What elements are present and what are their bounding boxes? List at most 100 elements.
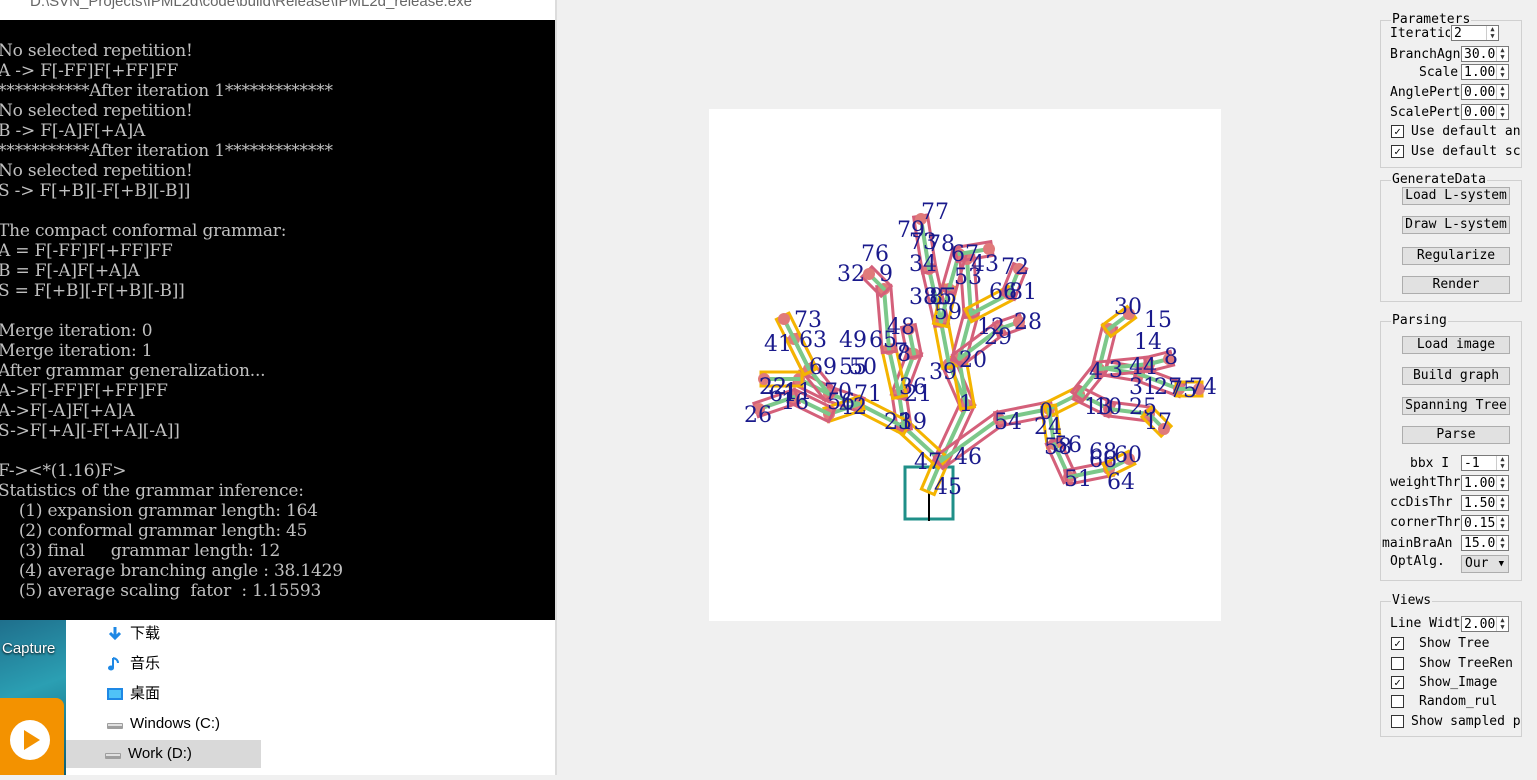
spin-arrows-icon[interactable]: ▲ ▼ [1496,536,1508,550]
drive-icon [104,746,122,762]
bbx-value: -1 [1464,456,1480,471]
explorer-item[interactable]: Windows (C:) [106,710,220,738]
random-rul-label: Random_rul [1419,694,1498,709]
console-line: No selected repetition! [0,101,193,121]
generate-data-title: GenerateData [1391,172,1487,187]
spin-arrows-icon[interactable]: ▲ ▼ [1496,456,1508,470]
weight-thr-label: weightThr [1390,475,1461,490]
iteration-spinbox[interactable]: 2 ▲ ▼ [1451,25,1499,41]
node-label: 81 [1009,280,1037,305]
node-label: 32 [837,262,865,287]
mainbra-spinbox[interactable]: 15.0 ▲ ▼ [1461,535,1509,551]
spin-arrows-icon[interactable]: ▲ ▼ [1496,105,1508,119]
regularize-button[interactable]: Regularize [1402,247,1510,265]
chevron-down-icon: ▼ [1498,559,1504,569]
angle-pert-value: 0.00 [1464,85,1496,100]
optalg-label: OptAlg. [1390,554,1445,569]
node-label: 65 [869,328,897,353]
show-image-checkbox[interactable]: ✓ [1391,676,1404,689]
explorer-item[interactable]: 下载 [106,620,160,648]
use-default-angle-checkbox[interactable]: ✓ [1391,125,1404,138]
node-label: 56 [1054,433,1082,458]
explorer-item-label: Windows (C:) [130,715,221,732]
node-label: 72 [1001,255,1029,280]
ccdis-thr-spinbox[interactable]: 1.50 ▲ ▼ [1461,495,1509,511]
spin-arrows-icon[interactable]: ▲ ▼ [1496,65,1508,79]
desktop-app-icon[interactable] [0,698,64,775]
node-label: 16 [781,390,809,415]
console-line: A->F[-A]F[+A]A [0,401,135,421]
spanning-tree-button[interactable]: Spanning Tree [1402,397,1510,415]
console-line: After grammar generalization... [0,361,266,381]
console-line: F-><*(1.16)F> [0,461,127,481]
console-line: ***********After iteration 1************… [0,81,333,101]
node-label: 28 [1014,310,1042,335]
corner-thr-value: 0.15 [1464,516,1496,531]
console-line: (4) average branching angle : 38.1429 [0,561,343,581]
explorer-item[interactable]: 音乐 [106,650,160,678]
desktop-icon-capture-label[interactable]: Capture [2,640,55,657]
node-label: 30 [1114,295,1142,320]
node-label: 9 [879,262,893,287]
render-canvas[interactable]: 77 79 78 73 76 32 9 34 35 67 43 72 38 85 53 59 66 81 73 63 4… [709,109,1221,621]
spin-arrows-icon[interactable]: ▲ ▼ [1496,516,1508,530]
render-button[interactable]: Render [1402,276,1510,294]
tree-node [778,313,790,325]
explorer-item-label: Work (D:) [128,745,192,762]
console-title: D:\SVN_Projects\IPML2d\code\build\Releas… [30,0,472,10]
load-image-button[interactable]: Load image [1402,336,1510,354]
node-label: 17 [1144,410,1172,435]
load-lsystem-button[interactable]: Load L-system [1402,187,1510,205]
explorer-nav-pane: 下载 音乐 桌面 Windows (C:) Work (D:) [66,620,264,775]
spin-arrows-icon[interactable]: ▲ ▼ [1496,496,1508,510]
node-label: 45 [934,475,962,500]
console-line: B -> F[-A]F[+A]A [0,121,146,141]
bbx-spinbox[interactable]: -1 ▲ ▼ [1461,455,1509,471]
spin-arrows-icon[interactable]: ▲ ▼ [1496,617,1508,631]
draw-lsystem-button[interactable]: Draw L-system [1402,216,1510,234]
explorer-item[interactable]: 桌面 [106,680,160,708]
show-sampled-label: Show sampled p [1411,714,1521,729]
show-tree-checkbox[interactable]: ✓ [1391,637,1404,650]
scale-pert-label: ScalePert [1390,105,1461,120]
iteration-value: 2 [1454,26,1462,41]
console-line: A->F[-FF]F[+FF]FF [0,381,168,401]
scale-spinbox[interactable]: 1.00 ▲ ▼ [1461,64,1509,80]
node-label: 41 [764,332,792,357]
weight-thr-value: 1.00 [1464,476,1496,491]
angle-pert-label: AnglePert [1390,85,1461,100]
show-sampled-checkbox[interactable] [1391,715,1404,728]
scale-pert-spinbox[interactable]: 0.00 ▲ ▼ [1461,104,1509,120]
angle-pert-spinbox[interactable]: 0.00 ▲ ▼ [1461,84,1509,100]
console-line: No selected repetition! [0,161,193,181]
parse-button[interactable]: Parse [1402,426,1510,444]
corner-thr-spinbox[interactable]: 0.15 ▲ ▼ [1461,515,1509,531]
node-label: 29 [984,325,1012,350]
line-width-spinbox[interactable]: 2.00 ▲ ▼ [1461,616,1509,632]
node-label: 51 [1064,467,1092,492]
optalg-select[interactable]: Our ▼ [1461,555,1509,573]
explorer-item[interactable]: Work (D:) [66,740,261,768]
build-graph-button[interactable]: Build graph [1402,367,1510,385]
weight-thr-spinbox[interactable]: 1.00 ▲ ▼ [1461,475,1509,491]
music-note-icon [106,656,124,672]
spin-arrows-icon[interactable]: ▲ ▼ [1486,26,1498,40]
show-tree-ren-checkbox[interactable] [1391,657,1404,670]
console-titlebar: D:\SVN_Projects\IPML2d\code\build\Releas… [0,0,555,20]
spin-arrows-icon[interactable]: ▲ ▼ [1496,476,1508,490]
console-line: (2) conformal grammar length: 45 [0,521,308,541]
scale-value: 1.00 [1464,65,1496,80]
spin-arrows-icon[interactable]: ▲ ▼ [1496,85,1508,99]
tree-render-svg: 777978737632 9 34356743 7238855359668173634… [744,200,1217,521]
console-line: A -> F[-FF]F[+FF]FF [0,61,179,81]
control-panel: Parameters Iteratio 2 ▲ ▼ BranchAgn 30.0 ▲ ▼… [1373,0,1537,775]
branch-angle-spinbox[interactable]: 30.0 ▲ ▼ [1461,46,1509,62]
node-label: 20 [959,348,987,373]
mainbra-label: mainBraAn [1382,536,1453,551]
console-line: The compact conformal grammar: [0,221,287,241]
spin-arrows-icon[interactable]: ▲ ▼ [1496,47,1508,61]
node-label: 34 [909,252,937,277]
random-rul-checkbox[interactable] [1391,695,1404,708]
explorer-content-pane [263,620,555,775]
use-default-scale-checkbox[interactable]: ✓ [1391,145,1404,158]
